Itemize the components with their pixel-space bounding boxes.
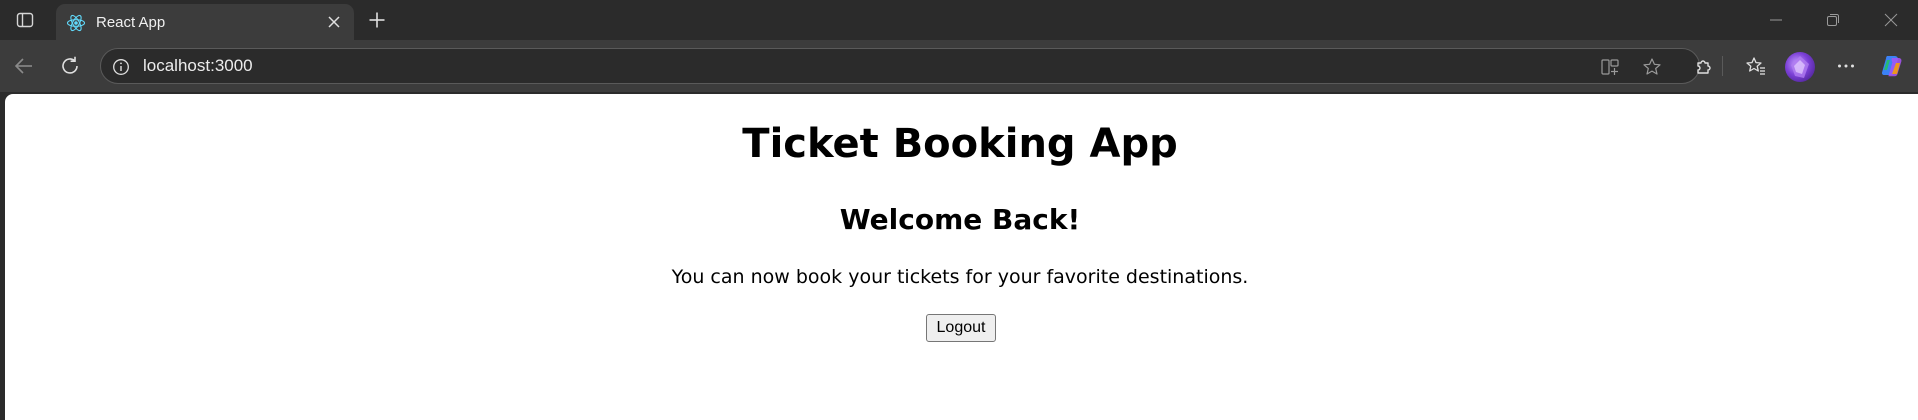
page-viewport: Ticket Booking App Welcome Back! You can…: [5, 94, 1918, 420]
split-screen-icon[interactable]: [1599, 56, 1621, 78]
site-info-icon[interactable]: [111, 57, 131, 77]
logout-button[interactable]: Logout: [926, 314, 996, 342]
profile-avatar[interactable]: [1785, 52, 1815, 82]
welcome-message: You can now book your tickets for your f…: [671, 266, 1249, 288]
plus-icon: [369, 12, 385, 28]
reload-button[interactable]: [54, 51, 86, 81]
favorite-star-icon[interactable]: [1641, 56, 1663, 78]
copilot-button[interactable]: [1876, 51, 1908, 81]
reload-icon: [62, 56, 78, 74]
copilot-icon: [1881, 56, 1902, 77]
tab-react-app[interactable]: React App: [56, 4, 354, 40]
tab-strip: React App: [0, 0, 1918, 40]
page-title: Ticket Booking App: [742, 121, 1178, 167]
extensions-button[interactable]: [1688, 51, 1720, 81]
tab-close-icon[interactable]: [324, 12, 344, 32]
new-tab-button[interactable]: [364, 8, 390, 32]
tab-title: React App: [96, 14, 166, 31]
minimize-icon: [1770, 19, 1782, 21]
toolbar-divider: [1722, 56, 1723, 76]
more-icon: [1838, 64, 1854, 68]
favorites-button[interactable]: [1740, 51, 1772, 81]
favorites-icon: [1746, 57, 1765, 75]
browser-window: React App localhost:3000 Ticket Booking …: [0, 0, 1918, 420]
more-button[interactable]: [1830, 51, 1862, 81]
tab-actions-icon: [16, 12, 34, 28]
address-bar[interactable]: [100, 48, 1700, 84]
restore-button[interactable]: [1818, 8, 1848, 32]
close-icon: [1884, 13, 1898, 27]
minimize-button[interactable]: [1761, 8, 1791, 32]
back-button[interactable]: [8, 51, 40, 81]
window-close-button[interactable]: [1876, 8, 1906, 32]
browser-toolbar: [0, 40, 1918, 92]
react-logo-icon: [66, 13, 86, 33]
tab-actions-button[interactable]: [10, 8, 40, 32]
restore-icon: [1827, 14, 1839, 26]
extensions-icon: [1697, 60, 1711, 74]
back-arrow-icon: [14, 58, 32, 74]
welcome-heading: Welcome Back!: [839, 203, 1081, 236]
url-input[interactable]: [143, 49, 1543, 83]
